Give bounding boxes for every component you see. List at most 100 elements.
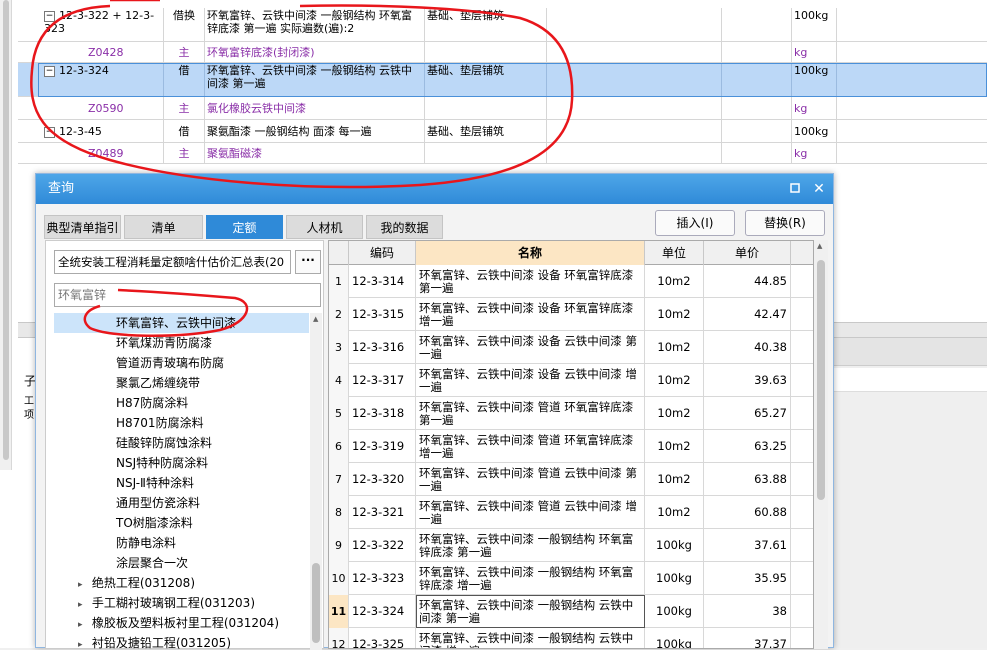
table-row[interactable]: 1 12-3-314 环氧富锌、云铁中间漆 设备 环氧富锌底漆 第一遍 10m2 44.…	[329, 265, 813, 298]
cell-code[interactable]: −12-3-45	[40, 120, 164, 142]
cell-unit[interactable]: 100kg	[645, 595, 704, 628]
cell-unit[interactable]: 100kg	[645, 628, 704, 648]
cell-price[interactable]: 63.25	[704, 430, 791, 463]
cell-code[interactable]: Z0428	[40, 42, 164, 62]
scroll-up-icon[interactable]: ▲	[313, 315, 318, 323]
cell-no[interactable]: 8	[329, 496, 349, 529]
cell-price[interactable]: 63.88	[704, 463, 791, 496]
tree-node[interactable]: NSJ-Ⅱ特种涂料	[54, 473, 309, 493]
cell-code[interactable]: 12-3-324	[349, 595, 416, 628]
cell-type[interactable]: 借	[164, 120, 205, 142]
grid-scrollbar[interactable]: ▲	[814, 240, 828, 649]
cell-code[interactable]: 12-3-325	[349, 628, 416, 648]
cell-unit[interactable]: 10m2	[645, 265, 704, 298]
table-row[interactable]: 10 12-3-323 环氧富锌、云铁中间漆 一般钢结构 环氧富锌底漆 增一遍 100…	[329, 562, 813, 595]
cell-blank1[interactable]	[547, 120, 722, 142]
insert-button[interactable]: 插入(I)	[655, 210, 735, 236]
table-row[interactable]: 4 12-3-317 环氧富锌、云铁中间漆 设备 云铁中间漆 增一遍 10m2 39.6…	[329, 364, 813, 397]
header-price[interactable]: 单价	[704, 241, 791, 265]
table-row[interactable]: 1212-3-325环氧富锌、云铁中间漆 一般钢结构 云铁中间漆 增一遍100k…	[329, 628, 813, 648]
cell-blank2[interactable]	[722, 143, 792, 163]
cell-blank1[interactable]	[547, 42, 722, 62]
tree-node[interactable]: 环氧煤沥青防腐漆	[54, 333, 309, 353]
cell-name[interactable]: 环氧富锌、云铁中间漆 一般钢结构 云铁中间漆 增一遍	[416, 628, 645, 648]
cell-code[interactable]: −12-3-322 + 12-3-323	[40, 8, 164, 41]
cell-unit[interactable]: 10m2	[645, 364, 704, 397]
tree-node[interactable]: ▸ 绝热工程(031208)	[54, 573, 309, 593]
close-icon[interactable]: ✕	[808, 174, 830, 204]
background-row[interactable]: −12-3-324 借环氧富锌、云铁中间漆 一般钢结构 云铁中间漆 第一遍 基础、垫…	[18, 63, 987, 97]
cell-unit[interactable]: 100kg	[645, 562, 704, 595]
tree-scroll-thumb[interactable]	[312, 563, 320, 643]
cell-unit[interactable]: 100kg	[792, 120, 837, 142]
cell-code[interactable]: 12-3-315	[349, 298, 416, 331]
background-row[interactable]: Z0428 主环氧富锌底漆(封闭漆) kg	[18, 42, 987, 63]
cell-no[interactable]: 5	[329, 397, 349, 430]
tree-node[interactable]: ▸ 橡胶板及塑料板衬里工程(031204)	[54, 613, 309, 633]
background-row[interactable]: −12-3-45 借聚氨酯漆 一般钢结构 面漆 每一遍 基础、垫层铺筑 100kg	[18, 120, 987, 143]
cell-spec[interactable]	[425, 97, 547, 119]
table-row[interactable]: 9 12-3-322 环氧富锌、云铁中间漆 一般钢结构 环氧富锌底漆 第一遍 100k…	[329, 529, 813, 562]
library-browse-button[interactable]: ···	[295, 250, 321, 274]
cell-code[interactable]: 12-3-314	[349, 265, 416, 298]
replace-button[interactable]: 替换(R)	[745, 210, 825, 236]
tree-node[interactable]: 通用型仿瓷涂料	[54, 493, 309, 513]
cell-code[interactable]: Z0590	[40, 97, 164, 119]
cell-price[interactable]: 39.63	[704, 364, 791, 397]
cell-code[interactable]: 12-3-318	[349, 397, 416, 430]
cell-price[interactable]: 37.61	[704, 529, 791, 562]
cell-code[interactable]: 12-3-319	[349, 430, 416, 463]
cell-no[interactable]: 9	[329, 529, 349, 562]
grid-scroll-thumb[interactable]	[817, 260, 825, 500]
cell-name[interactable]: 环氧富锌、云铁中间漆 一般钢结构 云铁中间漆 第一遍	[416, 595, 645, 628]
collapse-icon[interactable]: −	[44, 126, 55, 138]
background-row[interactable]: Z0590 主氯化橡胶云铁中间漆 kg	[18, 97, 987, 120]
cell-unit[interactable]: 10m2	[645, 298, 704, 331]
cell-price[interactable]: 38	[704, 595, 791, 628]
tree-node[interactable]: 环氧富锌、云铁中间漆	[54, 313, 309, 333]
cell-unit[interactable]: kg	[792, 97, 837, 119]
cell-name[interactable]: 环氧富锌、云铁中间漆 一般钢结构 环氧富锌底漆 第一遍	[416, 529, 645, 562]
cell-no[interactable]: 4	[329, 364, 349, 397]
cell-no[interactable]: 12	[329, 628, 349, 648]
header-code[interactable]: 编码	[349, 241, 416, 265]
tree-node[interactable]: ▸ 衬铅及搪铅工程(031205)	[54, 633, 309, 650]
tree-node[interactable]: H87防腐涂料	[54, 393, 309, 413]
cell-code[interactable]: 12-3-322	[349, 529, 416, 562]
expand-arrow-icon[interactable]: ▸	[78, 615, 88, 635]
cell-type[interactable]: 主	[164, 42, 205, 62]
cell-blank2[interactable]	[722, 120, 792, 142]
expand-arrow-icon[interactable]: ▸	[78, 595, 88, 615]
collapse-icon[interactable]: −	[44, 65, 55, 77]
cell-blank2[interactable]	[722, 97, 792, 119]
cell-blank2[interactable]	[722, 63, 792, 96]
cell-blank1[interactable]	[547, 8, 722, 41]
cell-spec[interactable]	[425, 42, 547, 62]
maximize-icon[interactable]	[784, 174, 806, 204]
cell-name[interactable]: 环氧富锌、云铁中间漆 设备 云铁中间漆 第一遍	[416, 331, 645, 364]
cell-unit[interactable]: 100kg	[792, 8, 837, 41]
cell-blank1[interactable]	[547, 143, 722, 163]
cell-spec[interactable]: 基础、垫层铺筑	[425, 63, 547, 96]
cell-unit[interactable]: kg	[792, 143, 837, 163]
collapse-icon[interactable]: −	[44, 10, 55, 22]
cell-type[interactable]: 主	[164, 143, 205, 163]
cell-code[interactable]: 12-3-321	[349, 496, 416, 529]
cell-code[interactable]: 12-3-320	[349, 463, 416, 496]
cell-name[interactable]: 环氧富锌、云铁中间漆 设备 云铁中间漆 增一遍	[416, 364, 645, 397]
cell-name[interactable]: 聚氨酯漆 一般钢结构 面漆 每一遍	[205, 120, 425, 142]
cell-name[interactable]: 环氧富锌、云铁中间漆 管道 云铁中间漆 增一遍	[416, 496, 645, 529]
tree-node[interactable]: 防静电涂料	[54, 533, 309, 553]
scroll-up-icon[interactable]: ▲	[817, 242, 822, 250]
table-row[interactable]: 2 12-3-315 环氧富锌、云铁中间漆 设备 环氧富锌底漆 增一遍 10m2 42.…	[329, 298, 813, 331]
cell-code[interactable]: 12-3-323	[349, 562, 416, 595]
header-name[interactable]: 名称	[416, 241, 645, 265]
cell-type[interactable]: 主	[164, 97, 205, 119]
tab-my-data[interactable]: 我的数据	[366, 215, 443, 239]
table-row[interactable]: 3 12-3-316 环氧富锌、云铁中间漆 设备 云铁中间漆 第一遍 10m2 40.3…	[329, 331, 813, 364]
table-row[interactable]: 7 12-3-320 环氧富锌、云铁中间漆 管道 云铁中间漆 第一遍 10m2 63.8…	[329, 463, 813, 496]
tree-node[interactable]: TO树脂漆涂料	[54, 513, 309, 533]
background-row[interactable]: −12-3-322 + 12-3-323 借换 环氧富锌、云铁中间漆 一般钢结构 环…	[18, 8, 987, 42]
cell-code[interactable]: −12-3-324	[40, 63, 164, 96]
cell-no[interactable]: 1	[329, 265, 349, 298]
